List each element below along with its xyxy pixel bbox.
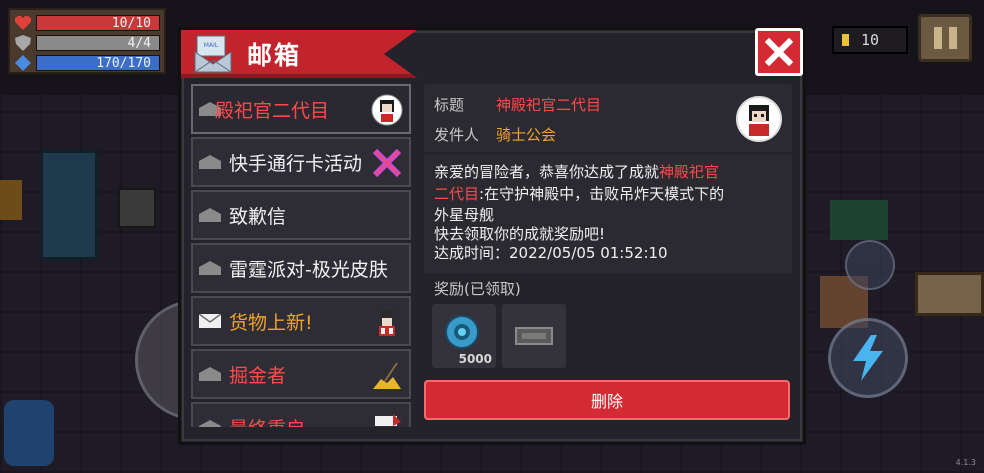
pause-icon (933, 27, 942, 49)
armor-value: 4/4 (127, 35, 151, 51)
envelope-open-icon (199, 208, 221, 222)
hp-row: 10/10 (14, 13, 160, 32)
mail-item[interactable]: 快手通行卡活动 (191, 137, 411, 187)
mail-item-label: 殿祀官二代目 (215, 99, 330, 122)
reward-count: 5000 (458, 352, 492, 366)
knight-guild-avatar-icon (749, 105, 769, 136)
coin-counter: 10 (832, 26, 908, 54)
coin-icon (842, 34, 849, 46)
mail-icon: MAIL (194, 35, 232, 73)
priest-avatar-icon (371, 94, 403, 126)
armor-bar: 4/4 (36, 34, 160, 51)
sender-label: 发件人 (434, 126, 480, 144)
achievement-name-part2: 二代目 (434, 185, 480, 203)
reward-slot[interactable] (502, 304, 566, 368)
envelope-open-icon (199, 420, 221, 427)
delete-button[interactable]: 删除 (424, 380, 790, 420)
skill-button[interactable] (828, 318, 908, 398)
mail-list[interactable]: 殿祀官二代目 快手通行卡活动 致歉信 雷霆派对-极光皮肤 货物上新! 掘金者 (191, 84, 413, 427)
mail-item[interactable]: 雷霆派对-极光皮肤 (191, 243, 411, 293)
merchant-icon (379, 310, 395, 336)
sender-name: 骑士公会 (496, 126, 557, 144)
mail-item[interactable]: 掘金者 (191, 349, 411, 399)
mail-body-line: 外星母舰 (434, 206, 495, 224)
armor-row: 4/4 (14, 33, 160, 52)
reward-title: 奖励(已领取) (434, 280, 521, 298)
svg-text:MAIL: MAIL (204, 42, 219, 49)
crossed-swords-icon (371, 147, 403, 179)
envelope-open-icon (199, 261, 221, 275)
body-line1-prefix: 亲爱的冒险者，恭喜你达成了成就 (434, 163, 660, 181)
mail-body-line: 快去领取你的成就奖励吧! (434, 225, 606, 243)
close-x-icon (765, 38, 793, 66)
pause-icon-bar (948, 27, 957, 49)
hp-value: 10/10 (111, 15, 151, 31)
mail-item-label: 雷霆派对-极光皮肤 (229, 258, 388, 281)
ticket-icon (515, 327, 553, 345)
mailbox-title: 邮箱 (247, 41, 302, 70)
envelope-open-icon (199, 367, 221, 381)
energy-row: 170/170 (14, 53, 160, 72)
gold-pile-icon (373, 362, 401, 389)
energy-bar: 170/170 (36, 54, 160, 71)
mail-item[interactable]: 殿祀官二代目 (191, 84, 411, 134)
title-label: 标题 (434, 96, 465, 114)
achievement-time: 达成时间：2022/05/05 01:52:10 (434, 244, 668, 262)
lightning-icon (853, 335, 883, 381)
mail-body-line: 亲爱的冒险者，恭喜你达成了成就神殿祀官 (434, 161, 719, 182)
mail-item[interactable]: 货物上新! (191, 296, 411, 346)
mail-item-label: 致歉信 (229, 205, 287, 228)
pause-button[interactable] (918, 14, 972, 62)
sender-avatar (736, 96, 782, 142)
heart-icon (15, 15, 31, 30)
envelope-open-icon (199, 155, 221, 169)
weapon-swap-button[interactable] (845, 240, 895, 290)
hp-bar: 10/10 (36, 14, 160, 31)
close-button[interactable] (755, 28, 803, 76)
final-icon (375, 414, 401, 426)
energy-crystal-icon (15, 54, 31, 71)
player-stats-panel: 10/10 4/4 170/170 (8, 8, 166, 74)
coin-count: 10 (861, 31, 880, 49)
mail-item-label: 货物上新! (229, 311, 313, 334)
mail-item-label: 掘金者 (229, 364, 287, 387)
body-line2-suffix: :在守护神殿中，击败吊炸天模式下的 (479, 185, 725, 203)
mail-body-line: 二代目:在守护神殿中，击败吊炸天模式下的 (434, 183, 724, 204)
mail-item[interactable]: 致歉信 (191, 190, 411, 240)
achievement-name-part1: 神殿祀官 (659, 163, 720, 181)
version-label: 4.1.3 (955, 458, 976, 467)
mail-item-label: 快手通行卡活动 (229, 152, 363, 175)
mail-title: 神殿祀官二代目 (496, 96, 602, 114)
mail-item-label: 最终重启 (229, 414, 305, 428)
mailbox-title-banner: MAIL 邮箱 (181, 30, 417, 78)
reward-slot[interactable]: 5000 (432, 304, 496, 368)
shield-icon (15, 34, 31, 51)
mail-item[interactable]: 最终重启 (191, 402, 411, 427)
energy-value: 170/170 (96, 55, 151, 71)
envelope-closed-icon (199, 314, 221, 328)
